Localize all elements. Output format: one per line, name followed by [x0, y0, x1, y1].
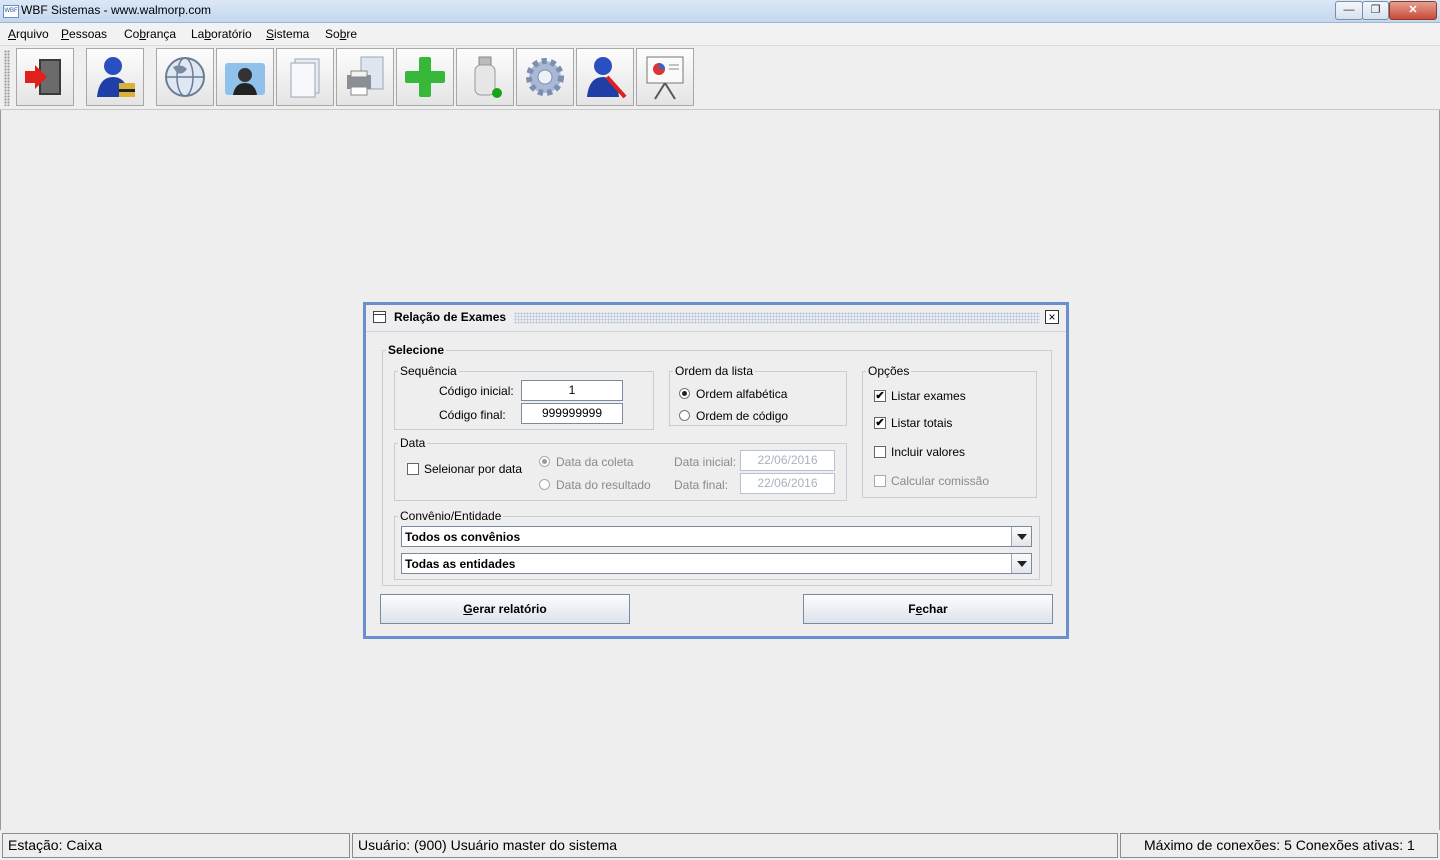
ordem-codigo-radio[interactable]: [679, 410, 690, 421]
person-photo-icon: [225, 63, 265, 95]
convenio-select-value: Todos os convênios: [405, 530, 521, 544]
opcoes-legend: Opções: [868, 364, 910, 378]
dialog-close-button[interactable]: ×: [1045, 310, 1059, 324]
codigo-final-label: Código final:: [439, 408, 506, 422]
status-usuario: Usuário: (900) Usuário master do sistema: [352, 833, 1118, 858]
dialog-title: Relação de Exames: [394, 310, 507, 324]
menu-laboratorio[interactable]: Laboratório: [191, 27, 252, 41]
globe-icon: [165, 57, 205, 97]
documents-button[interactable]: [276, 48, 334, 106]
dialog-titlebar[interactable]: Relação de Exames ×: [366, 305, 1066, 332]
window-title: WBF Sistemas - www.walmorp.com: [21, 3, 212, 17]
data-resultado-radio[interactable]: [539, 479, 550, 490]
window-titlebar: WBF WBF Sistemas - www.walmorp.com — ❐ ✕: [0, 0, 1440, 23]
listar-exames-label[interactable]: Listar exames: [891, 389, 966, 403]
status-bar: Estação: Caixa Usuário: (900) Usuário ma…: [0, 830, 1440, 860]
chevron-down-icon[interactable]: [1011, 554, 1031, 573]
titlebar-drag-area: [514, 312, 1040, 324]
data-coleta-label: Data da coleta: [556, 455, 634, 469]
data-final-label: Data final:: [674, 478, 729, 492]
gerar-relatorio-button[interactable]: Gerar relatório: [380, 594, 630, 624]
usb-backup-button[interactable]: [456, 48, 514, 106]
convenio-entidade-legend: Convênio/Entidade: [400, 509, 502, 523]
internet-button[interactable]: [156, 48, 214, 106]
toolbar: [0, 46, 1440, 110]
user-access-button[interactable]: [86, 48, 144, 106]
calcular-comissao-label: Calcular comissão: [891, 474, 990, 488]
listar-totais-label[interactable]: Listar totais: [891, 416, 952, 430]
entidade-select[interactable]: Todas as entidades: [401, 553, 1032, 574]
status-estacao: Estação: Caixa: [2, 833, 350, 858]
listar-exames-checkbox[interactable]: ✔: [874, 390, 886, 402]
documents-icon: [290, 58, 320, 98]
relacao-exames-dialog: Relação de Exames × Selecione Sequência …: [363, 302, 1069, 639]
listar-totais-checkbox[interactable]: ✔: [874, 417, 886, 429]
person-photo-button[interactable]: [216, 48, 274, 106]
status-conexoes: Máximo de conexões: 5 Conexões ativas: 1: [1120, 833, 1438, 858]
window-icon: [373, 311, 386, 323]
data-final-input[interactable]: 22/06/2016: [740, 473, 835, 494]
menu-bar: Arquivo Pessoas Cobrança Laboratório Sis…: [0, 23, 1440, 46]
settings-gear-icon: [526, 58, 564, 96]
minimize-button[interactable]: —: [1335, 1, 1363, 20]
data-inicial-input[interactable]: 22/06/2016: [740, 450, 835, 471]
user-tools-icon: [587, 57, 627, 99]
fechar-button[interactable]: Fechar: [803, 594, 1053, 624]
seleionar-por-data-label[interactable]: Seleionar por data: [424, 462, 522, 476]
menu-sistema[interactable]: Sistema: [266, 27, 309, 41]
presentation-button[interactable]: [636, 48, 694, 106]
presentation-icon: [646, 56, 684, 100]
user-tools-button[interactable]: [576, 48, 634, 106]
print-button[interactable]: [336, 48, 394, 106]
usb-drive-icon: [474, 56, 502, 98]
data-coleta-radio[interactable]: [539, 456, 550, 467]
data-legend: Data: [400, 436, 426, 450]
restore-button[interactable]: ❐: [1362, 1, 1389, 20]
menu-cobranca[interactable]: Cobrança: [124, 27, 176, 41]
chevron-down-icon[interactable]: [1011, 527, 1031, 546]
convenio-select[interactable]: Todos os convênios: [401, 526, 1032, 547]
menu-sobre[interactable]: Sobre: [325, 27, 357, 41]
data-inicial-label: Data inicial:: [674, 455, 737, 469]
exit-button[interactable]: [16, 48, 74, 106]
ordem-codigo-label[interactable]: Ordem de código: [696, 409, 788, 423]
menu-pessoas[interactable]: Pessoas: [61, 27, 107, 41]
user-key-icon: [97, 57, 135, 97]
sequencia-legend: Sequência: [400, 364, 457, 378]
seleionar-por-data-checkbox[interactable]: [407, 463, 419, 475]
codigo-inicial-input[interactable]: 1: [521, 380, 623, 401]
codigo-final-input[interactable]: 999999999: [521, 403, 623, 424]
selecione-legend: Selecione: [388, 343, 445, 357]
ordem-alfabetica-label[interactable]: Ordem alfabética: [696, 387, 787, 401]
plus-icon: [405, 57, 445, 97]
printer-icon: [347, 56, 384, 96]
exit-icon: [25, 59, 61, 95]
settings-button[interactable]: [516, 48, 574, 106]
toolbar-grip[interactable]: [4, 50, 10, 106]
codigo-inicial-label: Código inicial:: [439, 384, 514, 398]
ordem-lista-legend: Ordem da lista: [675, 364, 754, 378]
menu-arquivo[interactable]: Arquivo: [8, 27, 49, 41]
ordem-alfabetica-radio[interactable]: [679, 388, 690, 399]
app-icon: WBF: [3, 5, 19, 18]
close-window-button[interactable]: ✕: [1389, 1, 1437, 20]
calcular-comissao-checkbox[interactable]: [874, 475, 886, 487]
data-resultado-label: Data do resultado: [556, 478, 651, 492]
entidade-select-value: Todas as entidades: [405, 557, 516, 571]
incluir-valores-checkbox[interactable]: [874, 446, 886, 458]
add-button[interactable]: [396, 48, 454, 106]
incluir-valores-label[interactable]: Incluir valores: [891, 445, 965, 459]
